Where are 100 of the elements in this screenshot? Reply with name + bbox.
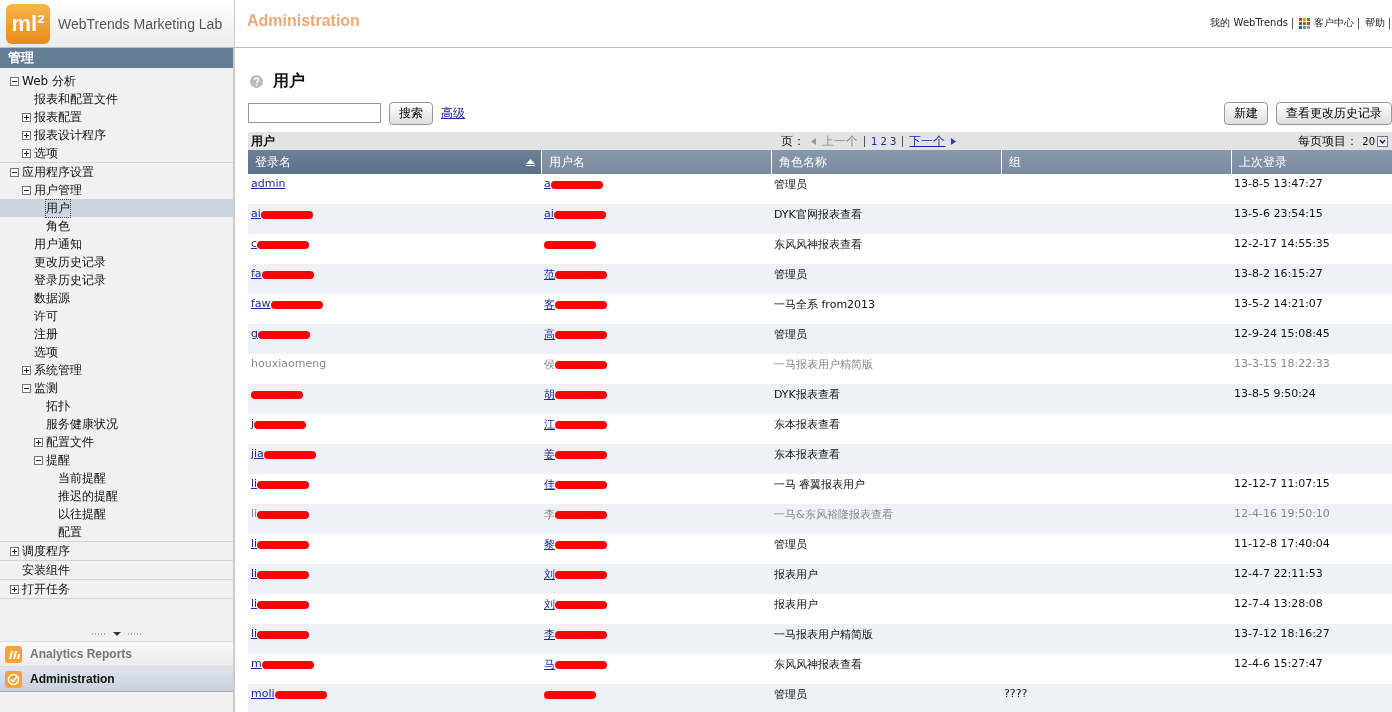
expand-icon[interactable] (22, 365, 34, 375)
page-links[interactable]: 1 2 3 (871, 135, 897, 147)
divider (902, 135, 904, 147)
collapse-icon[interactable] (10, 76, 22, 86)
tree-item[interactable]: 许可 (34, 307, 58, 325)
tree-item[interactable]: 安装组件 (22, 561, 70, 579)
role-name: 一马报表用户精简版 (774, 357, 873, 372)
last-login: 13-8-2 16:15:27 (1234, 267, 1323, 280)
advanced-link[interactable]: 高级 (441, 104, 469, 122)
per-page-dropdown[interactable]: 20 (1362, 135, 1388, 147)
user-name-link[interactable]: ai (544, 207, 554, 220)
tree-item[interactable]: 应用程序设置 (22, 163, 94, 181)
expand-icon[interactable] (22, 130, 34, 140)
login-link[interactable]: li (251, 627, 258, 640)
app-tab[interactable]: Analytics Reports (0, 641, 233, 666)
role-name: 东风风神报表查看 (774, 657, 862, 672)
collapse-icon[interactable] (10, 167, 22, 177)
login-link[interactable]: moli (251, 687, 275, 700)
search-field[interactable] (248, 103, 381, 123)
header-link[interactable]: 帮助 (1365, 16, 1385, 30)
tree-item[interactable]: 报表和配置文件 (34, 90, 118, 108)
role-name: 东本报表查看 (774, 447, 840, 462)
last-login: 13-8-5 9:50:24 (1234, 387, 1316, 400)
grid-icon (1299, 17, 1310, 29)
tree-item[interactable]: 注册 (34, 325, 58, 343)
login-link[interactable]: fa (251, 267, 262, 280)
tree-item[interactable]: 报表配置 (34, 108, 82, 126)
tree-item[interactable]: 拓扑 (46, 397, 70, 415)
column-header[interactable]: 登录名 (248, 150, 541, 174)
tree-item[interactable]: 用户管理 (34, 181, 82, 199)
tree-item[interactable]: 推迟的提醒 (58, 487, 118, 505)
user-name: 李 (544, 507, 555, 522)
expand-icon[interactable] (34, 437, 46, 447)
expand-icon[interactable] (22, 112, 34, 122)
user-name-link[interactable]: 姜 (544, 447, 555, 462)
expand-icon[interactable] (22, 148, 34, 158)
login-link[interactable]: m (251, 657, 262, 670)
tree-item[interactable]: 调度程序 (22, 542, 70, 560)
user-name-link[interactable]: 刘 (544, 567, 555, 582)
user-name-link[interactable]: 黎 (544, 537, 555, 552)
app-tab[interactable]: Administration (0, 666, 233, 692)
user-name-link[interactable]: 马 (544, 657, 555, 672)
collapse-icon[interactable] (22, 185, 34, 195)
tree-item[interactable]: 角色 (46, 217, 70, 235)
tree-item[interactable]: 选项 (34, 343, 58, 361)
tree-item[interactable]: 服务健康状况 (46, 415, 118, 433)
tree-item[interactable]: 报表设计程序 (34, 126, 106, 144)
tree-item[interactable]: 选项 (34, 144, 58, 162)
user-name-link[interactable]: 客 (544, 297, 555, 312)
bar-chart-icon (5, 645, 22, 663)
pager-label: 页： (781, 132, 805, 150)
login-link[interactable]: li (251, 537, 258, 550)
login-link[interactable]: li (251, 567, 258, 580)
next-arrow-icon[interactable] (951, 137, 957, 145)
header-link[interactable]: 客户中心 (1314, 16, 1354, 30)
tree-item[interactable]: 数据源 (34, 289, 70, 307)
login-link[interactable]: admin (251, 177, 286, 190)
collapse-icon[interactable] (34, 455, 46, 465)
user-name-link[interactable]: 范 (544, 267, 555, 282)
sidebar-title: 管理 (0, 48, 233, 68)
divider (864, 135, 865, 147)
search-button[interactable]: 搜索 (389, 101, 433, 125)
login-link[interactable]: li (251, 477, 258, 490)
tree-item[interactable]: 监测 (34, 379, 58, 397)
tree-item[interactable]: Web 分析 (22, 72, 76, 90)
login-link[interactable]: ai (251, 207, 261, 220)
tree-item[interactable]: 配置 (58, 523, 82, 541)
next-link[interactable]: 下一个 (909, 132, 946, 150)
collapse-icon[interactable] (22, 383, 34, 393)
tree-item[interactable]: 登录历史记录 (34, 271, 106, 289)
action-button[interactable]: 查看更改历史记录 (1276, 101, 1392, 125)
last-login: 13-5-2 14:21:07 (1234, 297, 1323, 310)
tree-item[interactable]: 提醒 (46, 451, 70, 469)
role-name: 管理员 (774, 687, 807, 702)
header-link[interactable]: 我的 WebTrends (1210, 16, 1288, 30)
last-login: 12-9-24 15:08:45 (1234, 327, 1330, 340)
tree-item[interactable]: 用户 (46, 199, 70, 217)
user-name-link[interactable]: 高 (544, 327, 555, 342)
user-name-link[interactable]: 胡 (544, 387, 555, 402)
user-name-link[interactable]: 江 (544, 417, 555, 432)
login-link[interactable]: c (251, 237, 258, 250)
login-link[interactable]: jia (251, 447, 264, 460)
user-name-link[interactable]: 李 (544, 627, 555, 642)
login-link[interactable]: li (251, 597, 258, 610)
expand-icon[interactable] (10, 546, 22, 556)
user-name-link[interactable]: 刘 (544, 597, 555, 612)
tree-item[interactable]: 更改历史记录 (34, 253, 106, 271)
user-name-link[interactable]: 佳 (544, 477, 555, 492)
tree-item[interactable]: 配置文件 (46, 433, 94, 451)
expand-icon[interactable] (10, 584, 22, 594)
action-button[interactable]: 新建 (1224, 101, 1268, 125)
login-link[interactable]: faw (251, 297, 271, 310)
tree-item[interactable]: 当前提醒 (58, 469, 106, 487)
user-name-link[interactable]: a (544, 177, 551, 190)
tree-item[interactable]: 用户通知 (34, 235, 82, 253)
tree-item[interactable]: 以往提醒 (58, 505, 106, 523)
login-link[interactable]: j (251, 417, 255, 430)
tree-item[interactable]: 打开任务 (22, 580, 70, 598)
tree-item[interactable]: 系统管理 (34, 361, 82, 379)
login-link[interactable]: g (251, 327, 258, 340)
